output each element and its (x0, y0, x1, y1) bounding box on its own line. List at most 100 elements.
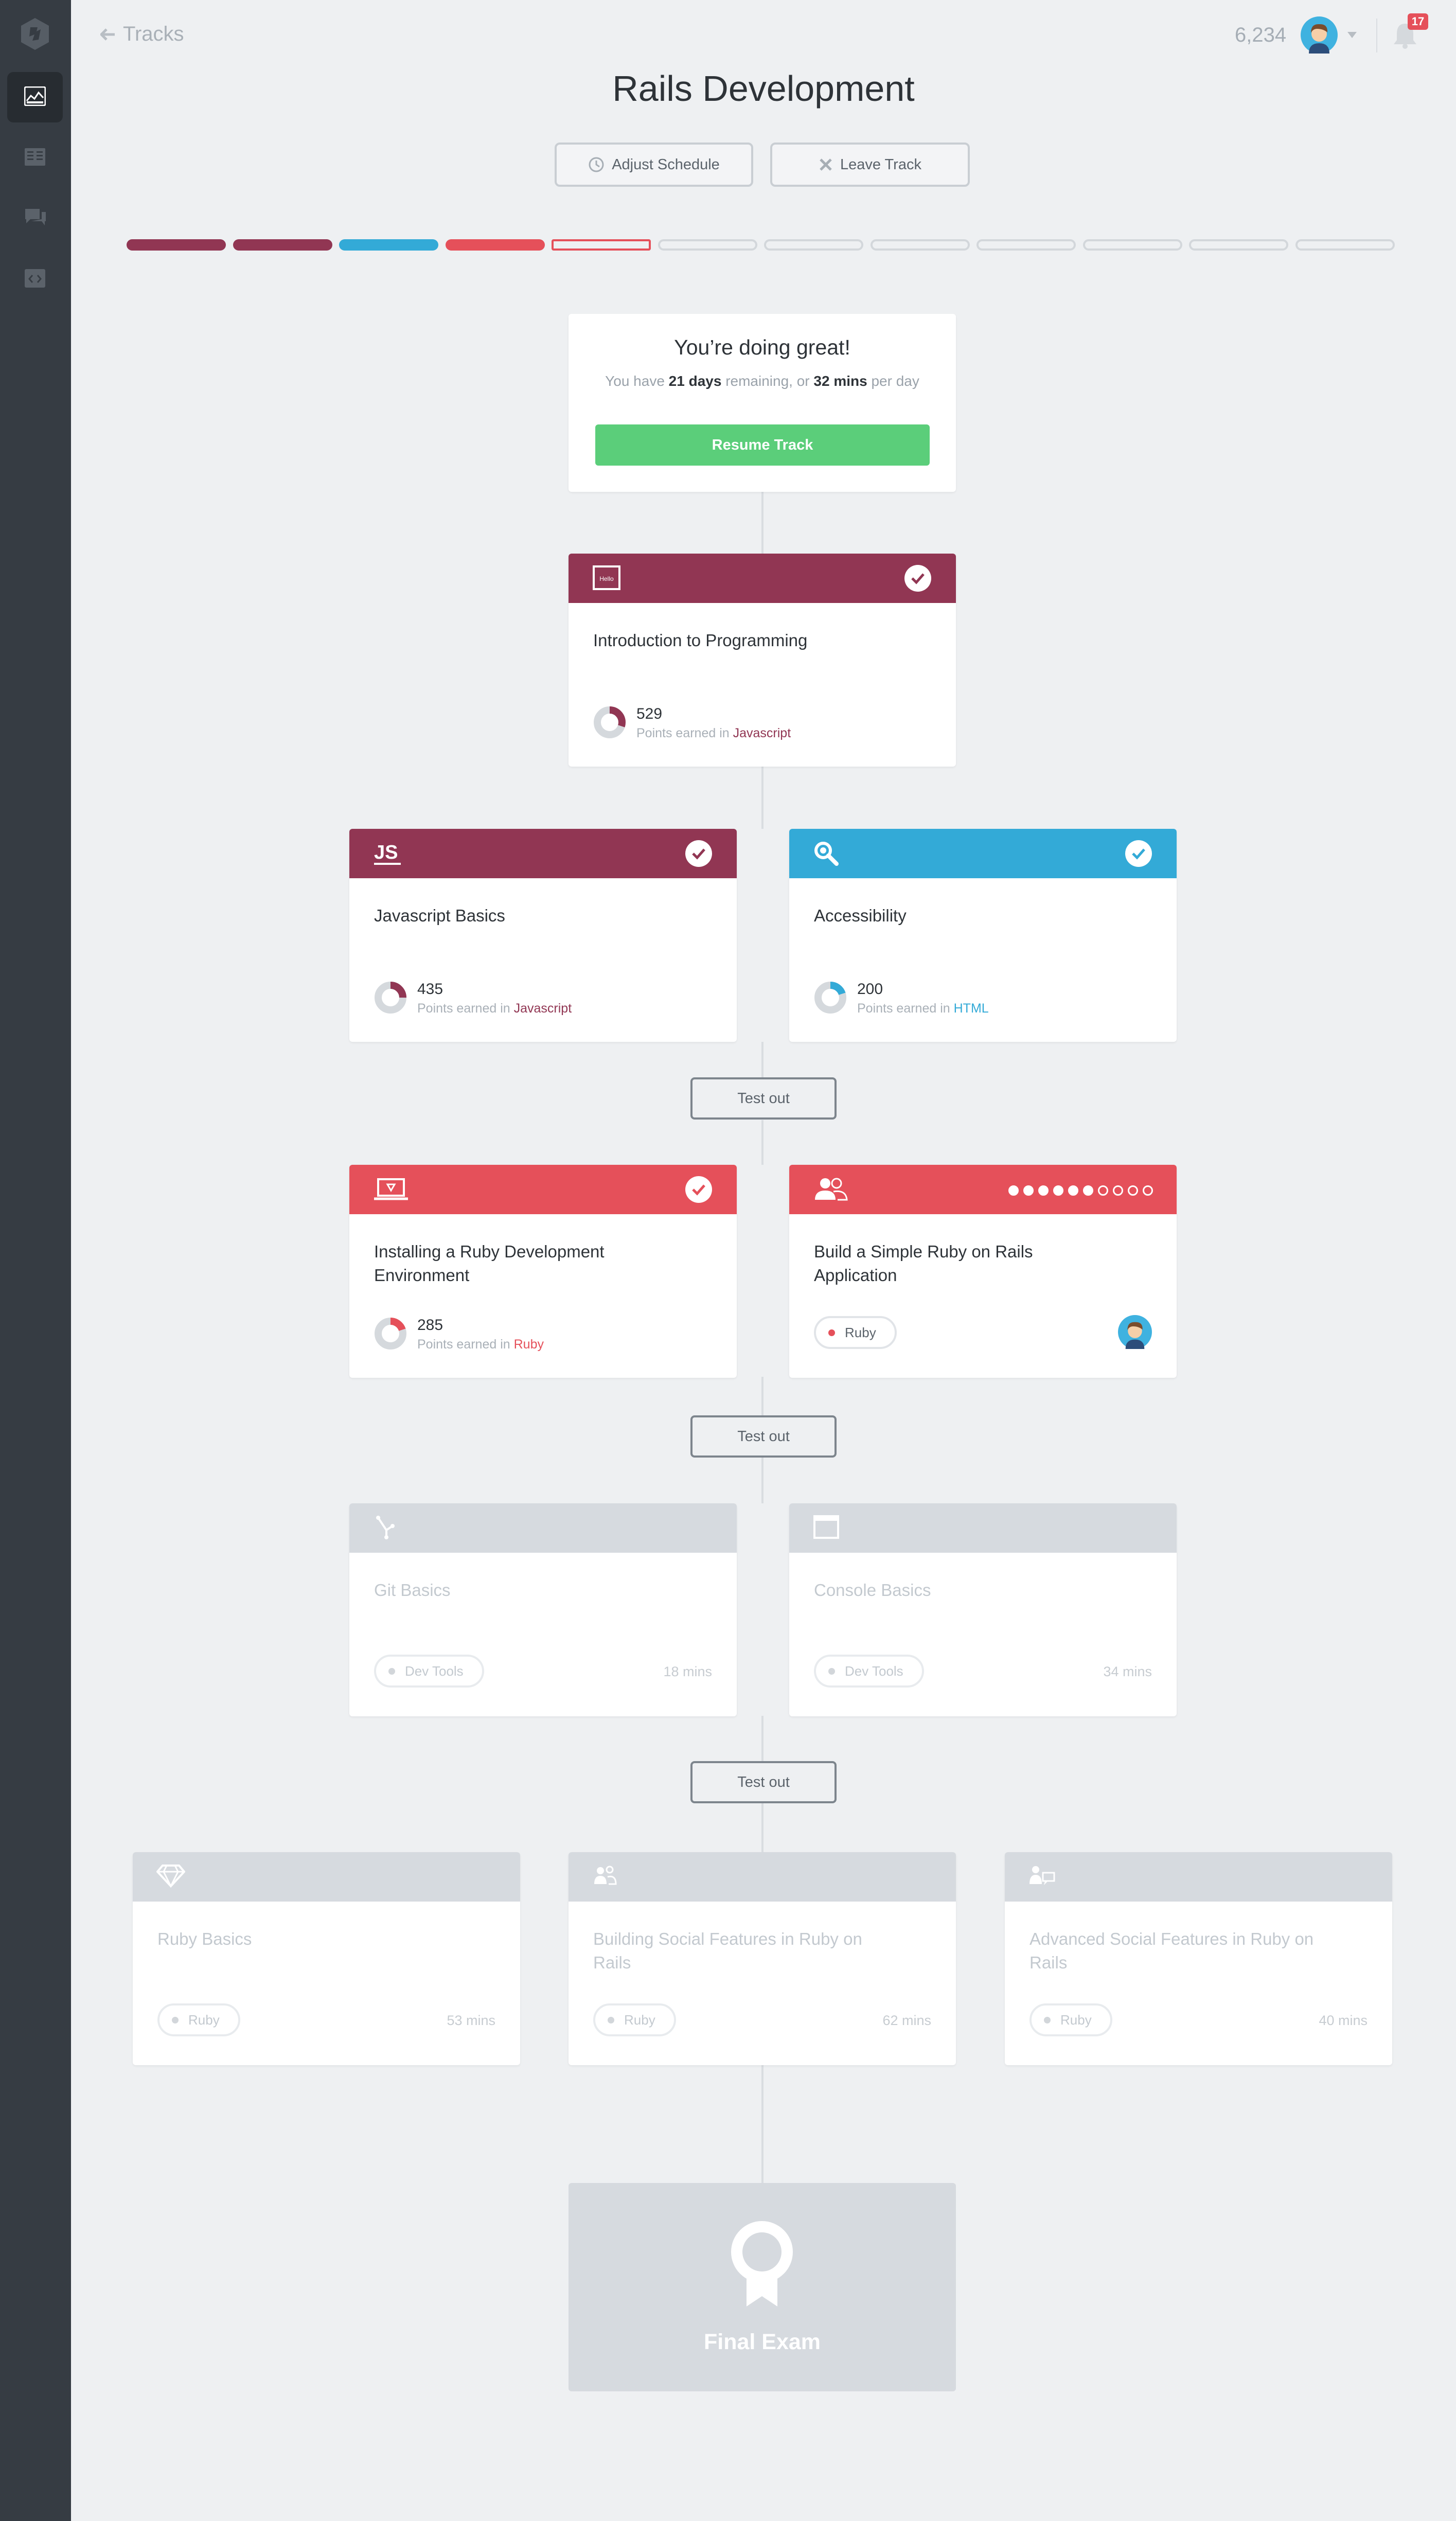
step-dot-icon (1098, 1185, 1108, 1196)
course-card-console-basics[interactable]: Console Basics Dev Tools 34 mins (789, 1503, 1177, 1716)
course-title: Javascript Basics (374, 906, 505, 925)
topic-dot-icon (388, 1668, 395, 1675)
sidebar-item-workspaces[interactable] (7, 254, 63, 305)
course-title: Building Social Features in Ruby on Rail… (593, 1929, 862, 1972)
course-card-javascript-basics[interactable]: JS Javascript Basics 435 Points earned i… (349, 829, 737, 1042)
connector-line (761, 1716, 763, 1761)
topic-link[interactable]: Javascript (733, 726, 791, 740)
chat-icon (25, 209, 46, 225)
course-card-intro-programming[interactable]: Hello Introduction to Programming 529 Po… (569, 554, 956, 767)
progress-segment-complete (445, 239, 545, 251)
topic-tag-label: Dev Tools (405, 1663, 464, 1679)
course-card-social-features[interactable]: Building Social Features in Ruby on Rail… (569, 1852, 956, 2065)
page-title: Rails Development (612, 68, 915, 109)
progress-segment-todo (1295, 239, 1395, 251)
topic-link[interactable]: Javascript (514, 1001, 572, 1016)
topic-tag-label: Ruby (624, 2012, 655, 2028)
leave-track-label: Leave Track (840, 156, 921, 173)
sidebar-item-community[interactable] (7, 193, 63, 244)
code-window-icon (25, 269, 45, 288)
status-prefix: You have (605, 373, 669, 389)
status-card: You’re doing great! You have 21 days rem… (569, 314, 956, 492)
instructor-avatar[interactable] (1118, 1315, 1152, 1349)
progress-segment-current (552, 239, 651, 251)
course-title: Introduction to Programming (593, 631, 808, 650)
topic-tag[interactable]: Ruby (593, 2003, 676, 2036)
course-duration: 34 mins (1103, 1664, 1152, 1679)
progress-segment-todo (1189, 239, 1288, 251)
course-card-simple-rails-app[interactable]: Build a Simple Ruby on Rails Application… (789, 1165, 1177, 1378)
completed-check-icon (685, 1176, 712, 1203)
final-exam-card[interactable]: Final Exam (569, 2183, 956, 2391)
status-subtitle: You have 21 days remaining, or 32 mins p… (569, 373, 956, 389)
step-dot-icon (1023, 1185, 1034, 1196)
connector-line (761, 1042, 763, 1078)
test-out-button[interactable]: Test out (690, 1415, 837, 1458)
header-divider (1376, 19, 1377, 52)
test-out-button[interactable]: Test out (690, 1077, 837, 1120)
connector-line (761, 492, 763, 554)
mins-per-day: 32 mins (813, 373, 867, 389)
topic-tag[interactable]: Dev Tools (814, 1655, 924, 1688)
people-icon (815, 1178, 848, 1201)
points-donut-chart (814, 982, 846, 1014)
treehouse-logo-icon[interactable] (18, 17, 52, 51)
leave-track-button[interactable]: Leave Track (770, 143, 970, 187)
topic-link[interactable]: HTML (954, 1001, 989, 1016)
step-dot-icon (1068, 1185, 1078, 1196)
topic-link[interactable]: Ruby (514, 1337, 544, 1352)
points-value: 200 (857, 981, 883, 998)
course-card-accessibility[interactable]: Accessibility 200 Points earned in HTML (789, 829, 1177, 1042)
git-icon (376, 1516, 395, 1539)
course-card-ruby-dev-environment[interactable]: Installing a Ruby Development Environmen… (349, 1165, 737, 1378)
card-header (789, 1165, 1177, 1214)
course-card-git-basics[interactable]: Git Basics Dev Tools 18 mins (349, 1503, 737, 1716)
chevron-down-icon[interactable] (1346, 31, 1358, 39)
back-to-tracks-link[interactable]: Tracks (100, 23, 184, 46)
course-title: Advanced Social Features in Ruby on Rail… (1029, 1929, 1314, 1972)
topic-tag-label: Ruby (845, 1325, 876, 1340)
progress-segment-todo (870, 239, 970, 251)
status-suffix: per day (867, 373, 919, 389)
card-header (349, 1165, 737, 1214)
step-dot-icon (1053, 1185, 1063, 1196)
course-card-advanced-social-features[interactable]: Advanced Social Features in Ruby on Rail… (1005, 1852, 1392, 2065)
topic-tag[interactable]: Ruby (1029, 2003, 1112, 2036)
points-caption-text: Points earned in (636, 726, 733, 740)
topic-dot-icon (828, 1329, 835, 1336)
points-caption-text: Points earned in (857, 1001, 954, 1016)
points-value: 285 (417, 1317, 443, 1334)
course-card-ruby-basics[interactable]: Ruby Basics Ruby 53 mins (133, 1852, 520, 2065)
svg-text:Hello: Hello (599, 575, 614, 582)
points-donut-chart (375, 1318, 406, 1350)
resume-track-button[interactable]: Resume Track (595, 424, 930, 466)
hello-icon: Hello (593, 565, 620, 590)
points-caption-text: Points earned in (417, 1001, 514, 1016)
points-caption: Points earned in Javascript (636, 726, 791, 741)
adjust-schedule-button[interactable]: Adjust Schedule (555, 143, 753, 187)
completed-check-icon (1125, 840, 1152, 867)
progress-segment-complete (233, 239, 332, 251)
test-out-button[interactable]: Test out (690, 1761, 837, 1803)
points-donut-chart (594, 706, 626, 738)
topic-tag[interactable]: Dev Tools (374, 1655, 484, 1688)
final-exam-label: Final Exam (703, 2330, 821, 2354)
topic-dot-icon (172, 2017, 179, 2023)
card-header (1005, 1852, 1392, 1902)
progress-steps (1008, 1185, 1153, 1196)
notification-count-badge: 17 (1408, 13, 1428, 30)
sidebar-item-library[interactable] (7, 133, 63, 183)
points-value: 529 (636, 705, 663, 722)
progress-segment-todo (764, 239, 863, 251)
card-header (569, 1852, 956, 1902)
points-caption: Points earned in HTML (857, 1001, 989, 1016)
course-title: Build a Simple Ruby on Rails Application (814, 1242, 1033, 1285)
step-dot-icon (1083, 1185, 1093, 1196)
card-header: JS (349, 829, 737, 878)
topic-tag[interactable]: Ruby (157, 2003, 240, 2036)
user-avatar[interactable] (1301, 16, 1338, 54)
connector-line (761, 1458, 763, 1503)
progress-segment-complete (339, 239, 438, 251)
topic-tag[interactable]: Ruby (814, 1316, 897, 1349)
status-title: You’re doing great! (674, 335, 850, 359)
